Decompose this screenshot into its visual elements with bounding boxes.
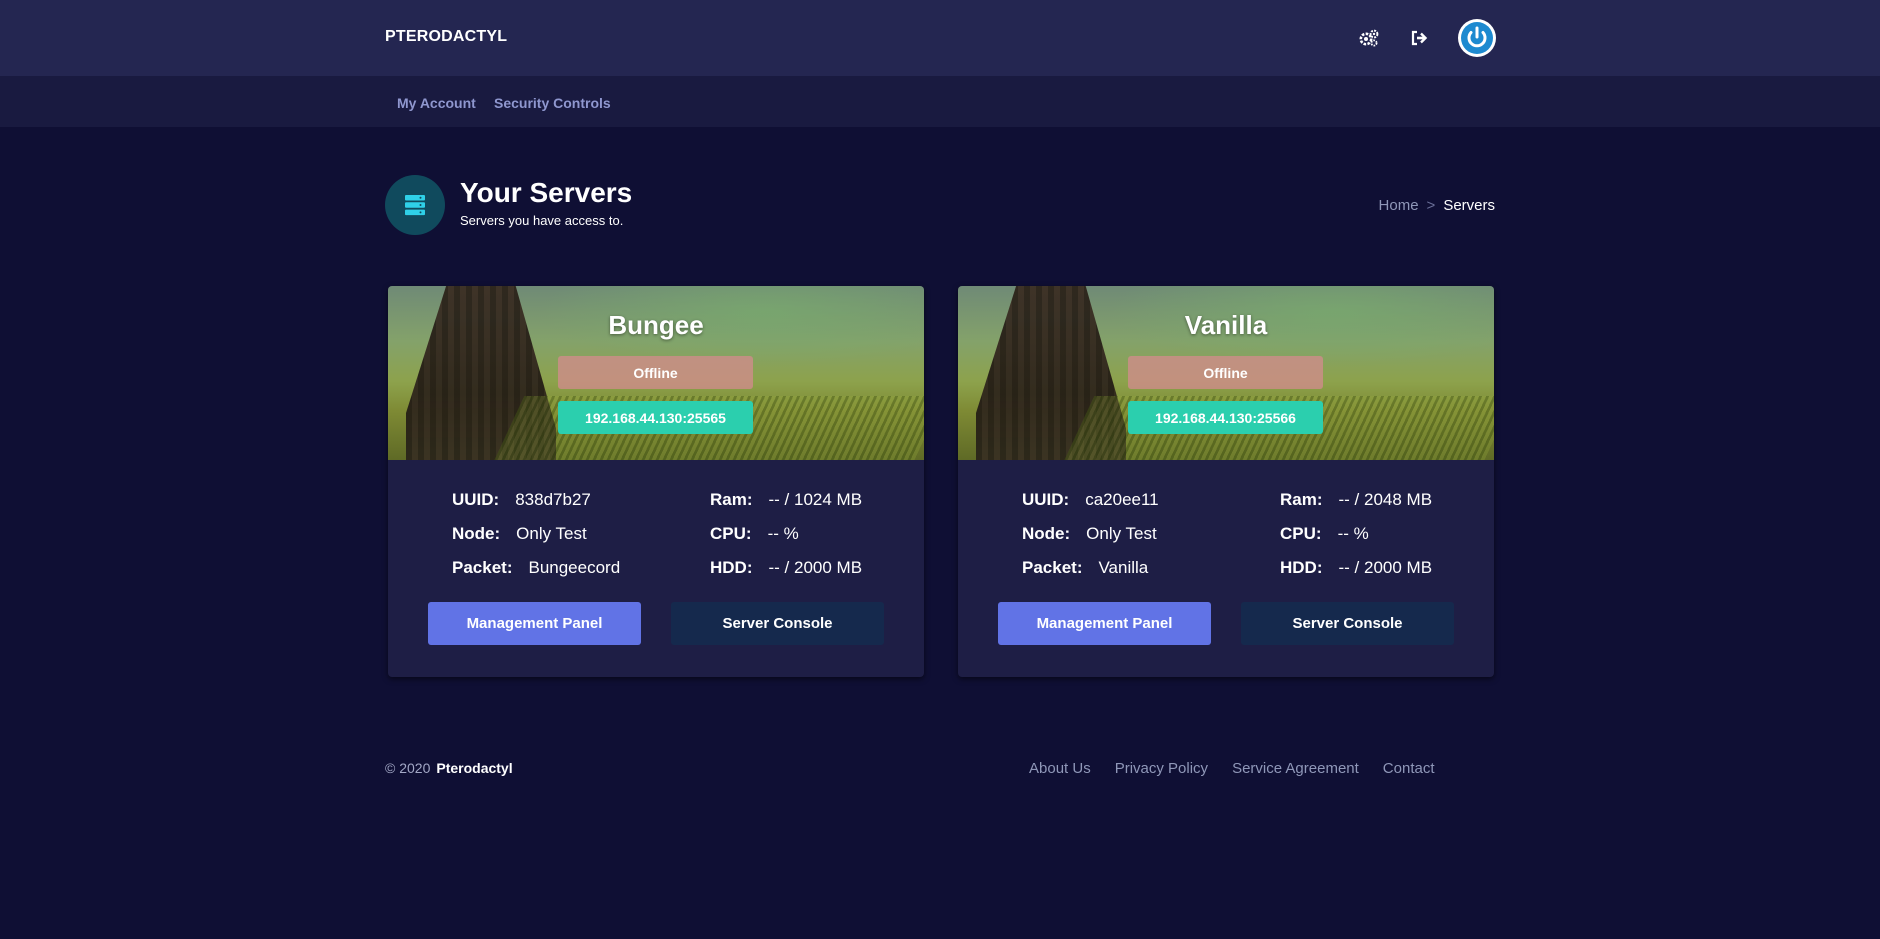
brand-logo-text[interactable]: PTERODACTYL: [385, 28, 507, 46]
node-value: Only Test: [516, 524, 587, 543]
packet-label: Packet:: [452, 558, 513, 577]
server-node: Node: Only Test: [1022, 524, 1157, 544]
cpu-value: -- %: [1337, 524, 1369, 543]
ram-value: -- / 1024 MB: [768, 490, 863, 509]
server-uuid: UUID: 838d7b27: [452, 490, 591, 510]
server-node: Node: Only Test: [452, 524, 587, 544]
uuid-label: UUID:: [452, 490, 500, 509]
page-subtitle: Servers you have access to.: [460, 213, 624, 228]
hdd-value: -- / 2000 MB: [1338, 558, 1433, 577]
hdd-label: HDD:: [1280, 558, 1323, 577]
footer-links: About Us Privacy Policy Service Agreemen…: [1029, 760, 1435, 777]
cpu-label: CPU:: [710, 524, 752, 543]
status-badge: Offline: [1128, 356, 1323, 389]
footer-link-contact[interactable]: Contact: [1383, 760, 1435, 777]
hdd-value: -- / 2000 MB: [768, 558, 863, 577]
breadcrumb-separator: >: [1426, 197, 1436, 214]
uuid-value: ca20ee11: [1085, 490, 1159, 509]
subnav-my-account[interactable]: My Account: [397, 95, 476, 111]
uuid-label: UUID:: [1022, 490, 1070, 509]
ram-label: Ram:: [1280, 490, 1323, 509]
server-hdd: HDD: -- / 2000 MB: [710, 558, 862, 578]
power-icon[interactable]: [1458, 19, 1496, 57]
footer-link-privacy-policy[interactable]: Privacy Policy: [1115, 760, 1208, 777]
footer-link-service-agreement[interactable]: Service Agreement: [1232, 760, 1359, 777]
server-address-badge[interactable]: 192.168.44.130:25566: [1128, 401, 1323, 434]
server-card: Vanilla Offline 192.168.44.130:25566 UUI…: [958, 286, 1494, 677]
footer-copyright: © 2020 Pterodactyl: [385, 760, 513, 776]
status-badge: Offline: [558, 356, 753, 389]
hdd-label: HDD:: [710, 558, 753, 577]
cpu-value: -- %: [767, 524, 799, 543]
server-banner: Vanilla Offline 192.168.44.130:25566: [958, 286, 1494, 460]
node-label: Node:: [1022, 524, 1071, 543]
management-panel-button[interactable]: Management Panel: [428, 602, 641, 645]
subnav-security-controls[interactable]: Security Controls: [494, 95, 611, 111]
packet-value: Vanilla: [1098, 558, 1149, 577]
ram-value: -- / 2048 MB: [1338, 490, 1433, 509]
breadcrumb-current: Servers: [1443, 197, 1495, 214]
management-panel-button[interactable]: Management Panel: [998, 602, 1211, 645]
cogs-icon[interactable]: [1357, 26, 1381, 50]
server-packet: Packet: Vanilla: [1022, 558, 1148, 578]
ram-label: Ram:: [710, 490, 753, 509]
server-name: Vanilla: [1184, 310, 1268, 340]
copyright-text: © 2020: [385, 760, 431, 776]
page-title: Your Servers: [460, 177, 633, 208]
sign-out-icon[interactable]: [1407, 26, 1431, 50]
server-console-button[interactable]: Server Console: [1241, 602, 1454, 645]
breadcrumb: Home > Servers: [1379, 197, 1495, 214]
breadcrumb-home[interactable]: Home: [1379, 197, 1419, 214]
uuid-value: 838d7b27: [515, 490, 591, 509]
top-navbar: PTERODACTYL: [0, 0, 1880, 76]
server-hdd: HDD: -- / 2000 MB: [1280, 558, 1432, 578]
server-card: Bungee Offline 192.168.44.130:25565 UUID…: [388, 286, 924, 677]
server-cpu: CPU: -- %: [710, 524, 799, 544]
server-console-button[interactable]: Server Console: [671, 602, 884, 645]
server-banner: Bungee Offline 192.168.44.130:25565: [388, 286, 924, 460]
server-ram: Ram: -- / 1024 MB: [710, 490, 862, 510]
server-address-badge[interactable]: 192.168.44.130:25565: [558, 401, 753, 434]
footer-link-about-us[interactable]: About Us: [1029, 760, 1091, 777]
packet-value: Bungeecord: [528, 558, 621, 577]
node-value: Only Test: [1086, 524, 1157, 543]
node-label: Node:: [452, 524, 501, 543]
footer-brand: Pterodactyl: [436, 760, 513, 776]
cpu-label: CPU:: [1280, 524, 1322, 543]
packet-label: Packet:: [1022, 558, 1083, 577]
sub-navbar: My Account Security Controls: [0, 76, 1880, 127]
server-packet: Packet: Bungeecord: [452, 558, 620, 578]
server-cpu: CPU: -- %: [1280, 524, 1369, 544]
server-ram: Ram: -- / 2048 MB: [1280, 490, 1432, 510]
server-stack-icon: [385, 175, 445, 235]
server-uuid: UUID: ca20ee11: [1022, 490, 1159, 510]
server-name: Bungee: [608, 310, 704, 340]
